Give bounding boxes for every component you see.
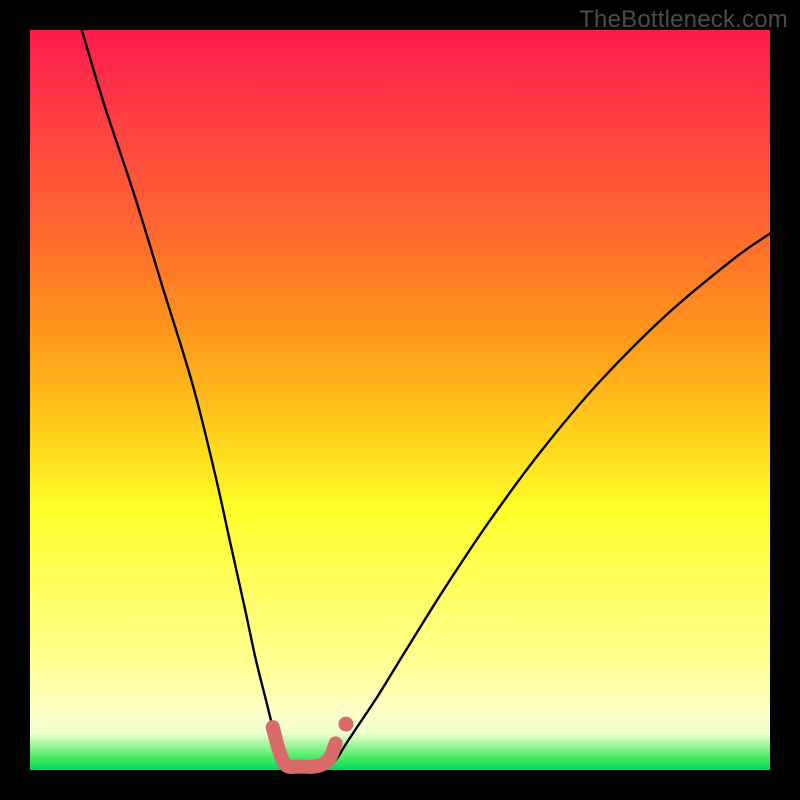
bottleneck-curve — [30, 30, 770, 770]
marker-dot — [338, 717, 353, 732]
marker-segment — [273, 727, 336, 767]
curve-path — [82, 30, 770, 767]
watermark-text: TheBottleneck.com — [579, 6, 788, 34]
plot-area — [30, 30, 770, 770]
chart-frame: TheBottleneck.com — [0, 0, 800, 800]
